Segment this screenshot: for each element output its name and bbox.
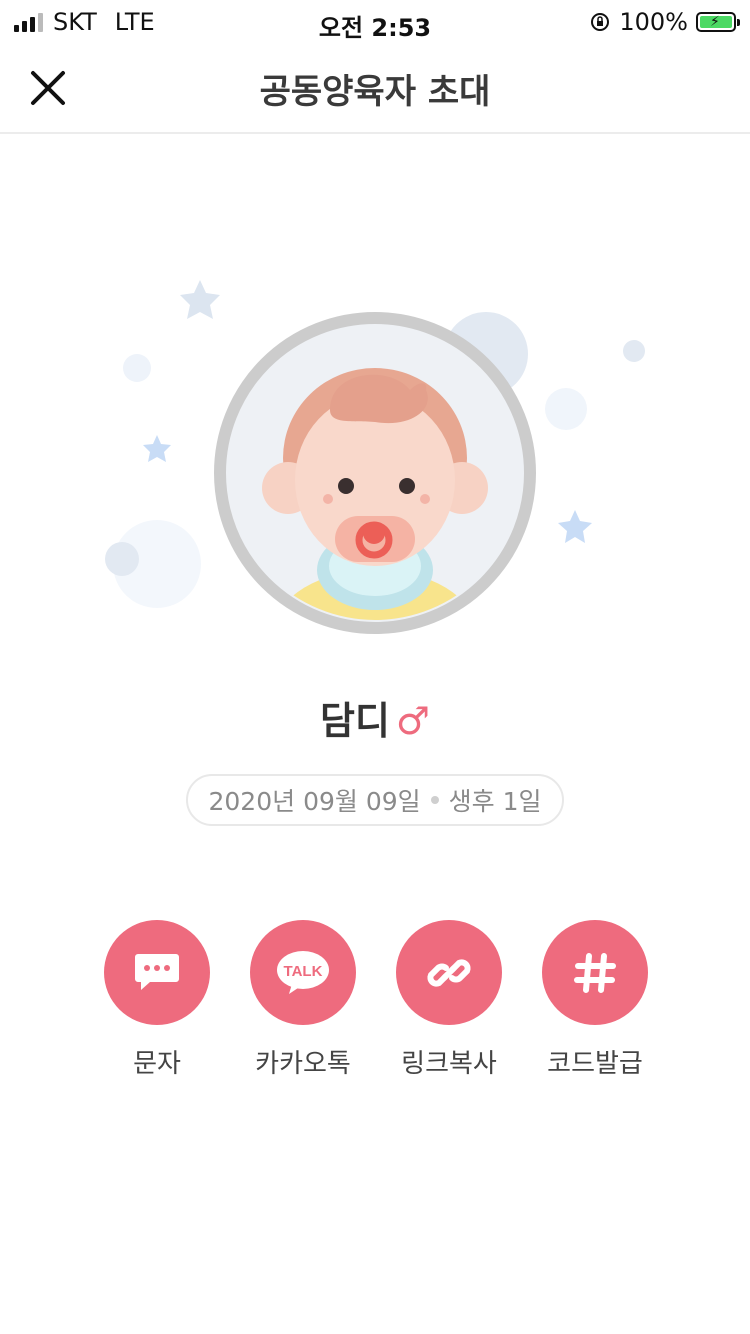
- issue-code-button[interactable]: 코드발급: [522, 920, 668, 1080]
- birth-date: 2020년 09월 09일: [208, 787, 421, 816]
- star-decoration: [180, 280, 220, 319]
- birth-info-badge: 2020년 09월 09일 생후 1일: [186, 774, 564, 826]
- link-icon: [427, 958, 471, 987]
- share-sms-label: 문자: [133, 1049, 181, 1079]
- share-kakaotalk-circle[interactable]: TALK: [250, 920, 356, 1025]
- share-sms-button[interactable]: 문자: [84, 920, 230, 1080]
- message-icon: [135, 953, 179, 990]
- star-decoration: [558, 510, 592, 543]
- baby-avatar-illustration: [105, 280, 645, 634]
- status-right: 100% ⚡: [589, 8, 740, 36]
- hashtag-icon: [574, 952, 616, 993]
- svg-text:TALK: TALK: [284, 963, 323, 980]
- bubble-decoration: [123, 354, 151, 382]
- issue-code-label: 코드발급: [547, 1049, 643, 1079]
- bubble-decoration: [623, 340, 645, 362]
- share-options: 문자 TALK 카카오톡 링크복사 코드발급: [84, 920, 668, 1080]
- days-since-birth: 생후 1일: [448, 787, 542, 816]
- copy-link-button[interactable]: 링크복사: [376, 920, 522, 1080]
- bubble-decoration: [545, 388, 587, 430]
- orientation-lock-icon: [591, 13, 610, 31]
- copy-link-circle[interactable]: [396, 920, 502, 1025]
- issue-code-circle[interactable]: [542, 920, 648, 1025]
- kakaotalk-icon: TALK: [277, 950, 329, 994]
- share-sms-circle[interactable]: [104, 920, 210, 1025]
- star-decoration: [143, 435, 171, 462]
- copy-link-label: 링크복사: [401, 1049, 497, 1079]
- bubble-decoration: [105, 542, 139, 576]
- page-title: 공동양육자 초대: [259, 72, 491, 112]
- nav-bar: 공동양육자 초대: [0, 40, 750, 134]
- battery-icon: ⚡: [696, 12, 740, 32]
- share-kakaotalk-label: 카카오톡: [255, 1049, 351, 1079]
- male-gender-icon: ♂: [395, 699, 430, 743]
- status-bar: SKT LTE 오전 2:53 100% ⚡: [0, 0, 750, 42]
- separator-dot: [430, 796, 439, 804]
- battery-percent: 100%: [619, 8, 688, 36]
- child-name: 담디 ♂: [0, 690, 750, 745]
- child-name-text: 담디: [320, 699, 390, 743]
- invite-co-parent-screen: SKT LTE 오전 2:53 100% ⚡ 공동양육자 초대 담디 ♂ 202…: [0, 0, 750, 1334]
- share-kakaotalk-button[interactable]: TALK 카카오톡: [230, 920, 376, 1080]
